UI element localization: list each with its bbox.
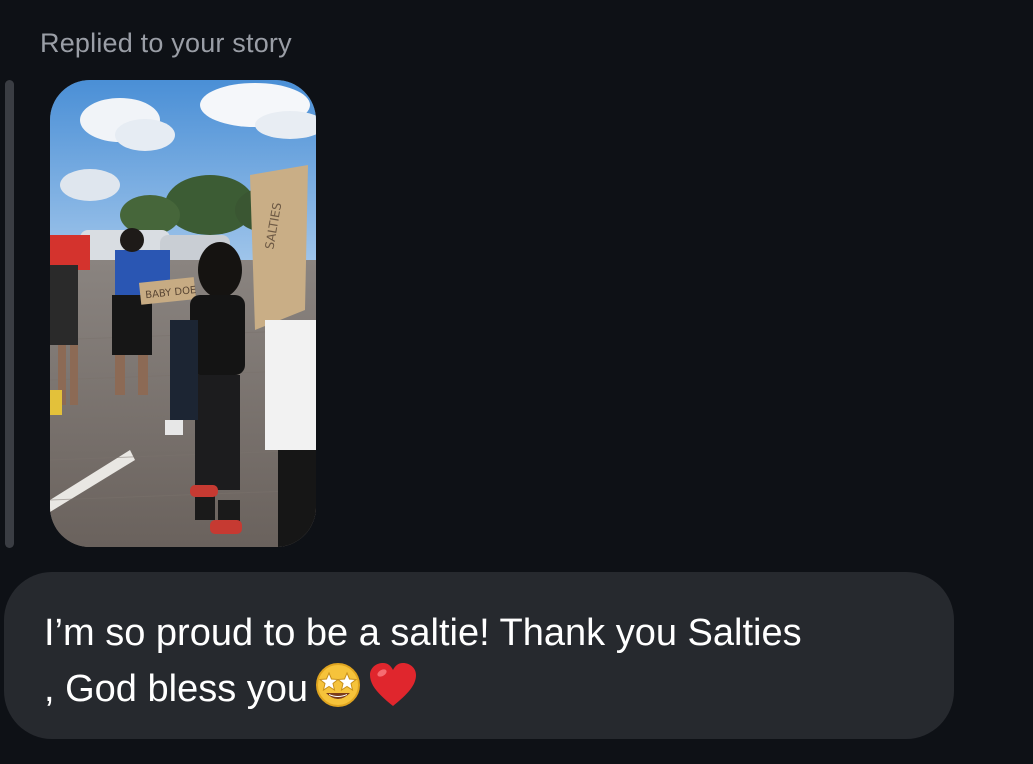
red-heart-emoji-icon (368, 661, 418, 725)
message-bubble[interactable]: I’m so proud to be a saltie! Thank you S… (4, 572, 954, 739)
message-body: I’m so proud to be a saltie! Thank you S… (44, 612, 802, 710)
message-text: I’m so proud to be a saltie! Thank you S… (44, 606, 924, 725)
story-thumbnail[interactable]: BABY DOE SALTIES (50, 80, 316, 547)
reply-quote-bar (5, 80, 14, 548)
star-struck-emoji-icon (314, 661, 362, 725)
replied-to-story-label: Replied to your story (40, 28, 292, 58)
